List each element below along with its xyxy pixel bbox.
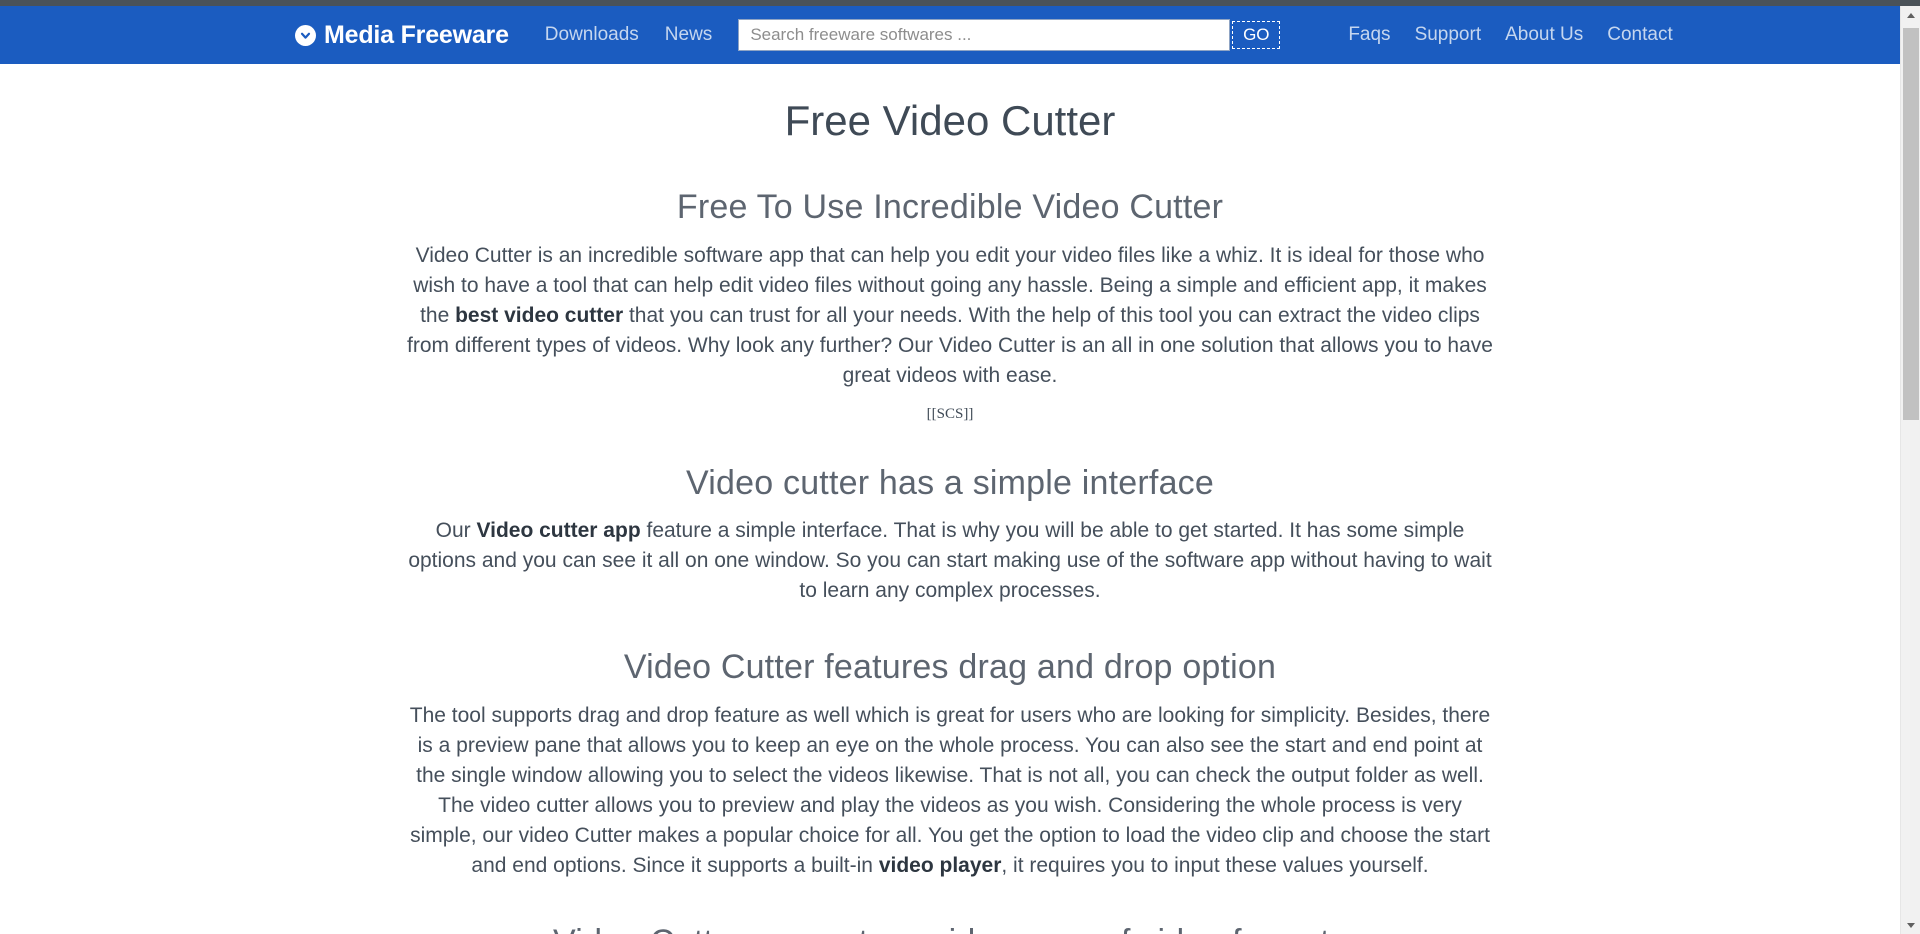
section-heading-4: Video Cutter supports a wide range of vi…: [402, 921, 1498, 934]
nav-item-contact[interactable]: Contact: [1607, 24, 1672, 46]
search-form: GO: [738, 19, 1283, 51]
content-container: Free Video Cutter Free To Use Incredible…: [402, 64, 1498, 934]
page-title: Free Video Cutter: [784, 97, 1116, 144]
section-heading-1: Free To Use Incredible Video Cutter: [676, 188, 1224, 227]
nav-item-about-us[interactable]: About Us: [1505, 24, 1583, 46]
nav-item-downloads[interactable]: Downloads: [545, 24, 639, 46]
section-heading-3: Video Cutter features drag and drop opti…: [623, 648, 1277, 687]
search-go-button[interactable]: GO: [1230, 19, 1283, 51]
scroll-up-arrow-icon[interactable]: [1901, 6, 1920, 24]
scroll-down-arrow-icon[interactable]: [1901, 916, 1920, 934]
navbar-inner: Media Freeware Downloads News GO Faqs Su…: [295, 6, 1673, 64]
brand-label: Media Freeware: [324, 20, 509, 49]
section-paragraph-2: Our Video cutter app feature a simple in…: [408, 519, 1492, 603]
search-input[interactable]: [738, 19, 1231, 51]
nav-item-faqs[interactable]: Faqs: [1348, 24, 1390, 46]
section-paragraph-1: Video Cutter is an incredible software a…: [407, 243, 1493, 387]
site-navbar: Media Freeware Downloads News GO Faqs Su…: [0, 6, 1920, 64]
primary-nav: Downloads News: [545, 24, 713, 46]
secondary-nav: Faqs Support About Us Contact: [1348, 24, 1672, 46]
nav-item-news[interactable]: News: [665, 24, 713, 46]
scrollbar-thumb[interactable]: [1903, 28, 1919, 420]
scs-marker: [[SCS]]: [926, 405, 974, 422]
vertical-scrollbar[interactable]: [1900, 6, 1920, 934]
section-paragraph-3: The tool supports drag and drop feature …: [409, 703, 1491, 877]
nav-item-support[interactable]: Support: [1415, 24, 1482, 46]
brand-logo-link[interactable]: Media Freeware: [295, 21, 509, 50]
chevron-down-circle-icon: [295, 24, 316, 46]
section-heading-2: Video cutter has a simple interface: [686, 463, 1214, 502]
page-content-area: Free Video Cutter Free To Use Incredible…: [0, 64, 1900, 934]
